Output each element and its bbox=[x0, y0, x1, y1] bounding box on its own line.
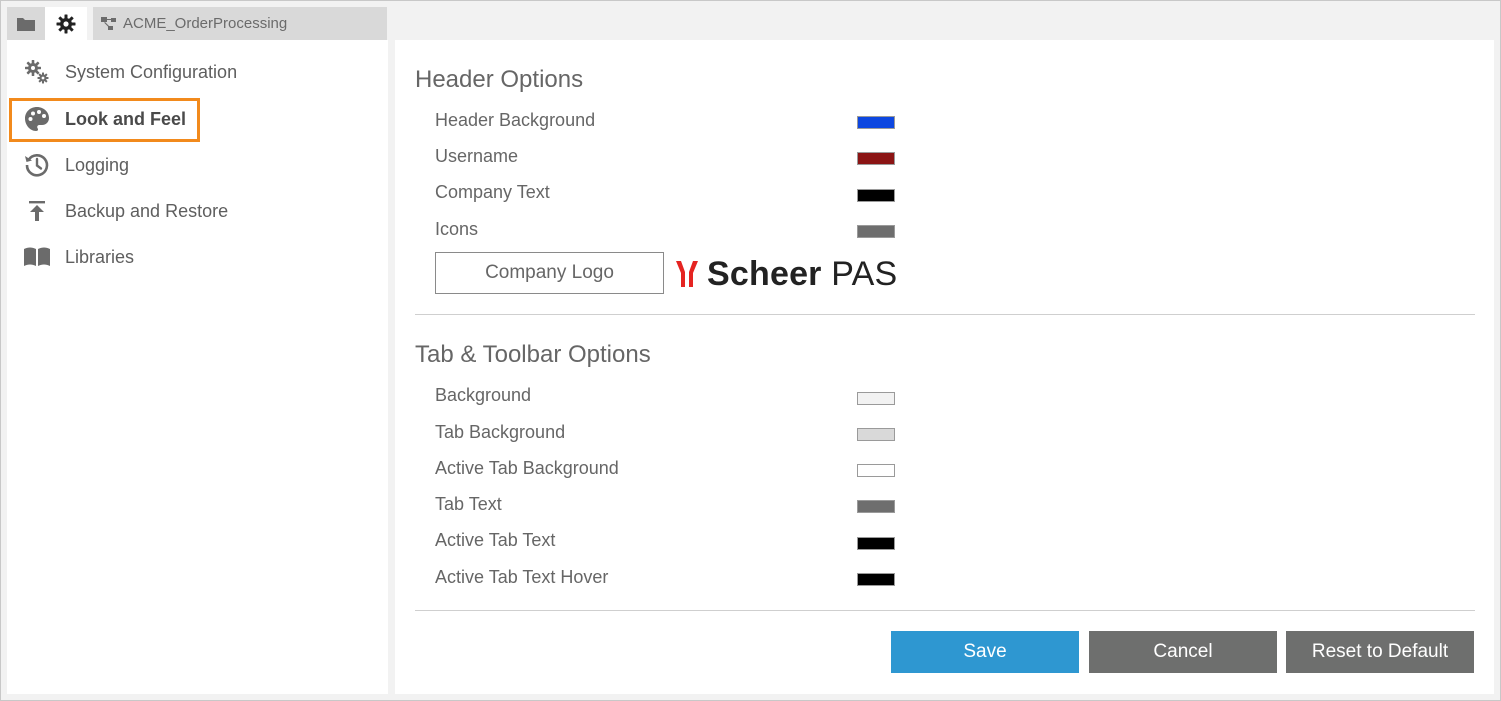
tab-explorer[interactable] bbox=[7, 7, 45, 40]
background-swatch[interactable] bbox=[857, 392, 895, 405]
book-icon bbox=[22, 242, 52, 272]
upload-icon bbox=[22, 196, 52, 226]
tab-settings[interactable] bbox=[45, 7, 87, 40]
section-divider bbox=[415, 314, 1475, 315]
tab-process-label: ACME_OrderProcessing bbox=[123, 15, 288, 32]
sidebar-item-backup-and-restore[interactable]: Backup and Restore bbox=[22, 191, 382, 231]
brand-name-light: PAS bbox=[831, 254, 898, 293]
save-button[interactable]: Save bbox=[891, 631, 1079, 673]
header-background-swatch[interactable] bbox=[857, 116, 895, 129]
brand-name-bold: Scheer bbox=[707, 254, 822, 293]
reset-to-default-button[interactable]: Reset to Default bbox=[1286, 631, 1474, 673]
header-background-label: Header Background bbox=[435, 110, 596, 130]
username-swatch[interactable] bbox=[857, 152, 895, 165]
cancel-button[interactable]: Cancel bbox=[1089, 631, 1277, 673]
tab-bar: ACME_OrderProcessing bbox=[7, 7, 387, 40]
scheer-logo-icon bbox=[676, 261, 698, 287]
icons-label: Icons bbox=[435, 219, 479, 239]
active-tab-text-hover-label: Active Tab Text Hover bbox=[435, 567, 609, 587]
tab-text-swatch[interactable] bbox=[857, 500, 895, 513]
actions-divider bbox=[415, 610, 1475, 611]
tab-toolbar-options-title: Tab & Toolbar Options bbox=[415, 341, 651, 368]
company-logo-button[interactable]: Company Logo bbox=[435, 252, 664, 294]
active-tab-background-swatch[interactable] bbox=[857, 464, 895, 477]
folder-icon bbox=[17, 17, 35, 31]
sidebar-item-label: Libraries bbox=[65, 246, 135, 267]
gears-icon bbox=[22, 57, 52, 87]
sidebar-item-label: Look and Feel bbox=[65, 108, 187, 129]
active-tab-text-swatch[interactable] bbox=[857, 537, 895, 550]
sidebar-item-label: Logging bbox=[65, 154, 130, 175]
sidebar-item-label: System Configuration bbox=[65, 61, 238, 82]
tab-background-swatch[interactable] bbox=[857, 428, 895, 441]
tab-text-label: Tab Text bbox=[435, 494, 502, 514]
company-text-label: Company Text bbox=[435, 182, 550, 202]
tab-process[interactable]: ACME_OrderProcessing bbox=[93, 7, 387, 40]
look-and-feel-panel: Header Options Header Background Usernam… bbox=[395, 40, 1494, 694]
active-tab-text-label: Active Tab Text bbox=[435, 530, 556, 550]
history-icon bbox=[22, 150, 52, 180]
settings-sidebar: System Configuration Look and Feel Loggi… bbox=[7, 40, 388, 694]
icons-swatch[interactable] bbox=[857, 225, 895, 238]
header-options-title: Header Options bbox=[415, 66, 584, 93]
company-text-swatch[interactable] bbox=[857, 189, 895, 202]
sidebar-item-logging[interactable]: Logging bbox=[22, 145, 382, 185]
gear-icon bbox=[56, 14, 76, 33]
tab-background-label: Tab Background bbox=[435, 422, 566, 442]
company-logo: Scheer PAS bbox=[675, 253, 897, 295]
background-label: Background bbox=[435, 385, 532, 405]
sidebar-item-system-configuration[interactable]: System Configuration bbox=[22, 52, 382, 92]
active-tab-text-hover-swatch[interactable] bbox=[857, 573, 895, 586]
active-tab-background-label: Active Tab Background bbox=[435, 458, 619, 478]
username-label: Username bbox=[435, 146, 519, 166]
sidebar-item-label: Backup and Restore bbox=[65, 200, 229, 221]
palette-icon bbox=[22, 104, 52, 134]
sidebar-item-look-and-feel[interactable]: Look and Feel bbox=[22, 99, 382, 139]
process-icon bbox=[101, 16, 116, 30]
sidebar-item-libraries[interactable]: Libraries bbox=[22, 237, 382, 277]
